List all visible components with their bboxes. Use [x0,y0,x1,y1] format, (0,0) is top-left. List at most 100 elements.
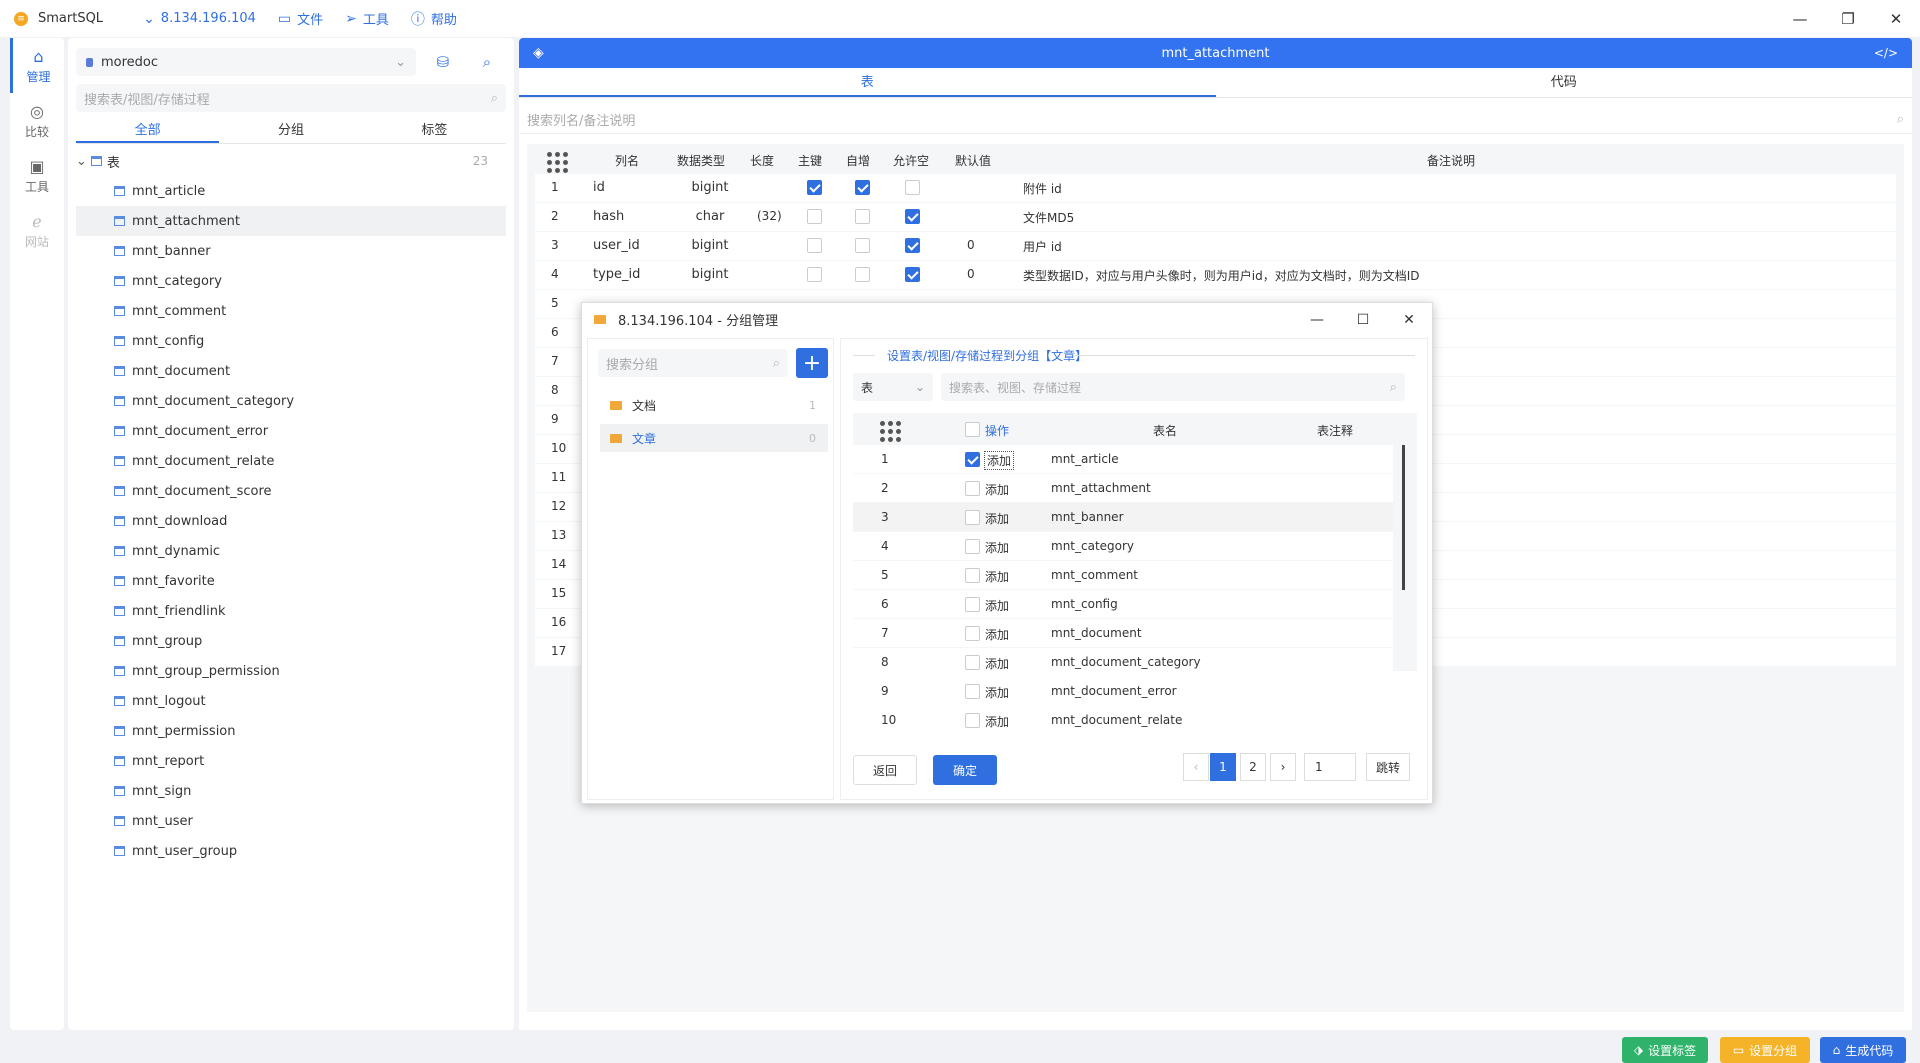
pk-checkbox[interactable] [807,267,822,282]
search-db-icon[interactable]: ⌕ [476,51,498,73]
tree-item[interactable]: mnt_document_error [76,416,506,446]
nav-compare[interactable]: ◎ 比较 [10,93,64,148]
tree-item[interactable]: mnt_document_category [76,386,506,416]
host-menu[interactable]: ⌄ 8.134.196.104 [143,11,256,27]
tree-item[interactable]: mnt_banner [76,236,506,266]
column-row[interactable]: 2 hash char (32) 文件MD5 [535,203,1896,231]
back-button[interactable]: 返回 [853,755,917,785]
code-icon[interactable]: </> [1874,46,1898,60]
auto-increment-checkbox[interactable] [855,209,870,224]
group-item[interactable]: 文档 1 [600,391,828,419]
restore-button[interactable]: ❐ [1824,0,1872,37]
nav-website[interactable]: ℯ 网站 [10,203,64,258]
object-row[interactable]: 10 添加 mnt_document_relate [853,706,1393,734]
add-checkbox[interactable] [965,655,980,670]
pk-checkbox[interactable] [807,238,822,253]
tools-menu[interactable]: ➢ 工具 [345,9,389,29]
add-checkbox[interactable] [965,597,980,612]
dialog-minimize-button[interactable]: — [1294,303,1340,336]
nullable-checkbox[interactable] [905,238,920,253]
tree-item[interactable]: mnt_article [76,176,506,206]
column-search-input[interactable]: 搜索列名/备注说明 ⌕ [519,106,1912,134]
tree-item[interactable]: mnt_favorite [76,566,506,596]
help-menu[interactable]: ⓘ 帮助 [411,9,457,29]
object-row[interactable]: 8 添加 mnt_document_category [853,648,1393,676]
column-row[interactable]: 4 type_id bigint 0 类型数据ID，对应与用户头像时，则为用户id，对应… [535,261,1896,289]
object-row[interactable]: 5 添加 mnt_comment [853,561,1393,589]
dialog-close-button[interactable]: ✕ [1386,303,1432,336]
add-group-button[interactable]: + [796,348,828,378]
column-row[interactable]: 3 user_id bigint 0 用户 id [535,232,1896,260]
tree-root[interactable]: ⌄ 表 23 [76,150,506,172]
nav-manage[interactable]: ⌂ 管理 [10,38,64,93]
add-checkbox[interactable] [965,713,980,728]
add-checkbox[interactable] [965,684,980,699]
grid-menu-icon[interactable] [880,421,901,442]
object-search-input[interactable]: 搜索表/视图/存储过程 ⌕ [76,84,506,112]
dialog-maximize-button[interactable]: ☐ [1340,303,1386,336]
minimize-button[interactable]: — [1776,0,1824,37]
auto-increment-checkbox[interactable] [855,238,870,253]
file-menu[interactable]: ▭ 文件 [278,9,323,29]
tree-item[interactable]: mnt_config [76,326,506,356]
object-row[interactable]: 6 添加 mnt_config [853,590,1393,618]
tab-group[interactable]: 分组 [219,118,362,143]
add-checkbox[interactable] [965,452,980,467]
jump-button[interactable]: 跳转 [1366,753,1410,781]
object-row[interactable]: 4 添加 mnt_category [853,532,1393,560]
column-row[interactable]: 1 id bigint 附件 id [535,174,1896,202]
nullable-checkbox[interactable] [905,180,920,195]
object-type-select[interactable]: 表 ⌄ [853,373,933,401]
object-filter-input[interactable]: 搜索表、视图、存储过程 ⌕ [941,373,1405,401]
tree-item[interactable]: mnt_group [76,626,506,656]
tree-item[interactable]: mnt_document_score [76,476,506,506]
add-checkbox[interactable] [965,568,980,583]
tab-tag[interactable]: 标签 [363,118,506,143]
nullable-checkbox[interactable] [905,267,920,282]
object-row[interactable]: 7 添加 mnt_document [853,619,1393,647]
tree-item[interactable]: mnt_dynamic [76,536,506,566]
object-row[interactable]: 9 添加 mnt_document_error [853,677,1393,705]
object-row[interactable]: 3 添加 mnt_banner [853,503,1393,531]
add-checkbox[interactable] [965,626,980,641]
tree-item[interactable]: mnt_permission [76,716,506,746]
tab-table[interactable]: 表 [519,68,1216,97]
nullable-checkbox[interactable] [905,209,920,224]
add-checkbox[interactable] [965,481,980,496]
grid-menu-icon[interactable] [547,152,568,173]
prev-page-button[interactable]: ‹ [1183,753,1209,781]
object-row[interactable]: 2 添加 mnt_attachment [853,474,1393,502]
tree-item[interactable]: mnt_user_group [76,836,506,866]
tree-item[interactable]: mnt_download [76,506,506,536]
page-1-button[interactable]: 1 [1210,753,1236,781]
page-2-button[interactable]: 2 [1240,753,1266,781]
group-item[interactable]: 文章 0 [600,424,828,452]
tree-item[interactable]: mnt_report [76,746,506,776]
tree-item[interactable]: mnt_friendlink [76,596,506,626]
tree-item[interactable]: mnt_document_relate [76,446,506,476]
add-checkbox[interactable] [965,539,980,554]
tree-item[interactable]: mnt_attachment [76,206,506,236]
confirm-button[interactable]: 确定 [933,755,997,785]
auto-increment-checkbox[interactable] [855,180,870,195]
close-button[interactable]: ✕ [1872,0,1920,37]
pk-checkbox[interactable] [807,180,822,195]
scrollbar[interactable] [1402,445,1405,590]
group-search-input[interactable]: 搜索分组 ⌕ [598,349,788,377]
add-checkbox[interactable] [965,510,980,525]
database-select[interactable]: moredoc ⌄ [76,48,416,76]
tree-item[interactable]: mnt_user [76,806,506,836]
tree-item[interactable]: mnt_group_permission [76,656,506,686]
object-row[interactable]: 1 添加 mnt_article [853,445,1393,473]
pk-checkbox[interactable] [807,209,822,224]
auto-increment-checkbox[interactable] [855,267,870,282]
tree-item[interactable]: mnt_comment [76,296,506,326]
tree-item[interactable]: mnt_sign [76,776,506,806]
page-input[interactable]: 1 [1304,753,1356,781]
tree-item[interactable]: mnt_document [76,356,506,386]
refresh-db-icon[interactable]: ⛁ [432,51,454,73]
tree-item[interactable]: mnt_logout [76,686,506,716]
next-page-button[interactable]: › [1270,753,1296,781]
tab-code[interactable]: 代码 [1216,68,1913,97]
tree-item[interactable]: mnt_category [76,266,506,296]
